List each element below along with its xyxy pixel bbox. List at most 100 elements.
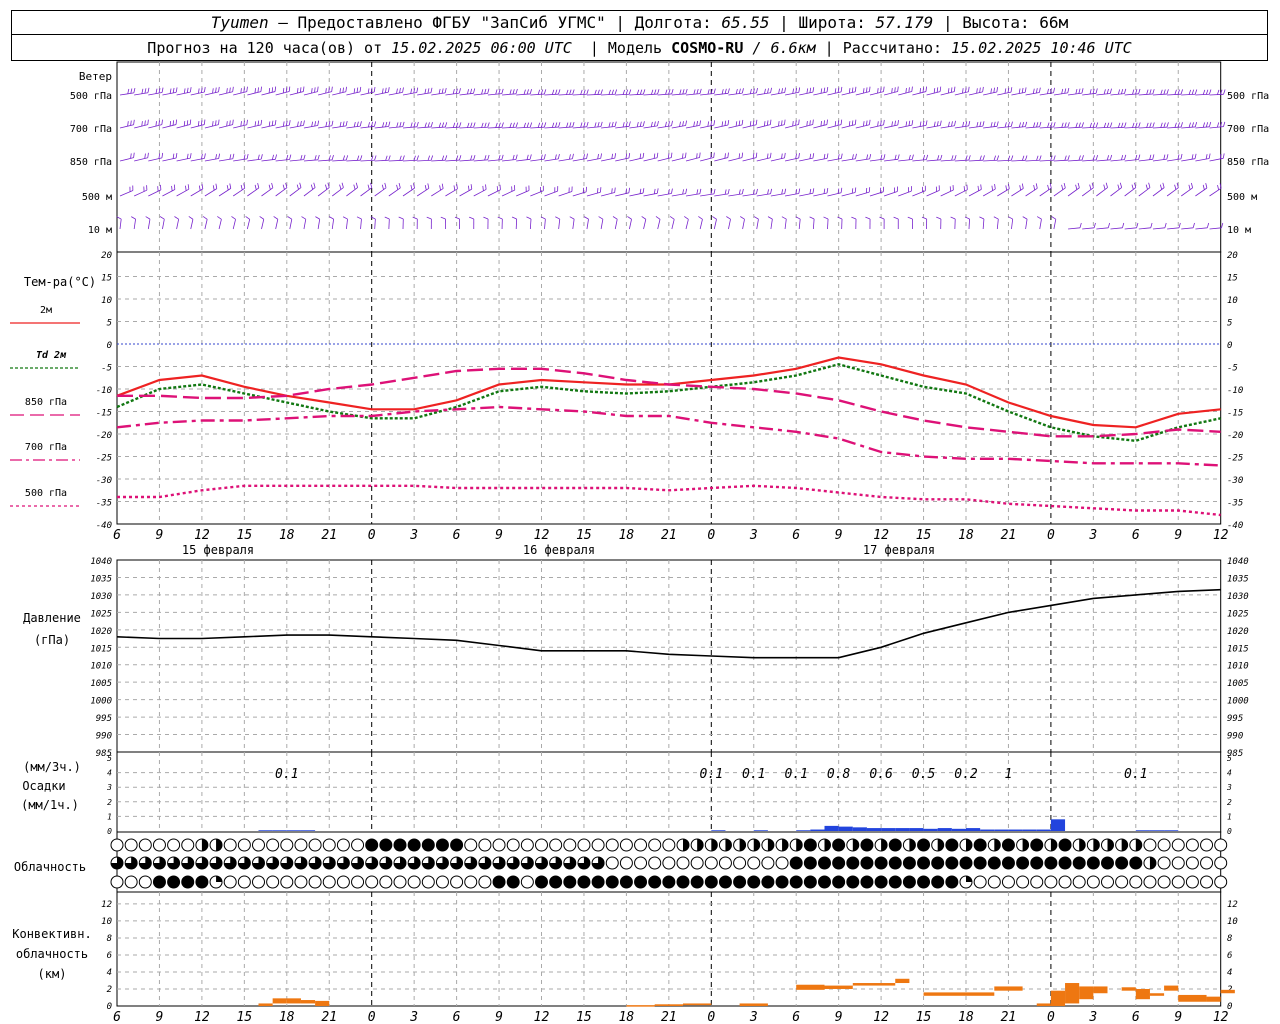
wind-barb bbox=[445, 126, 460, 129]
wind-barb-feather bbox=[569, 89, 572, 95]
wind-barb-feather bbox=[863, 88, 865, 94]
wind-barb-feather bbox=[724, 189, 727, 195]
wind-barb-feather bbox=[353, 88, 356, 94]
wind-barb bbox=[232, 219, 236, 230]
wind-barb-feather bbox=[713, 152, 715, 158]
legend-label: Td 2м bbox=[36, 350, 67, 361]
wind-barb-feather bbox=[467, 185, 470, 191]
wind-barb bbox=[289, 219, 293, 230]
precip-label: 0.8 bbox=[827, 767, 851, 782]
wind-barb-feather bbox=[1036, 122, 1039, 128]
wind-barb bbox=[841, 192, 856, 197]
wind-barb bbox=[431, 92, 446, 96]
conv-bar bbox=[1149, 993, 1165, 996]
meteogram: Ветер500 гПа 500 гПа700 гПа 700 гПа850 гПа… bbox=[10, 61, 1269, 1024]
wind-barb-feather bbox=[303, 120, 305, 126]
wind-barb-feather bbox=[798, 119, 800, 125]
cloud-circle bbox=[860, 875, 874, 889]
cloud-fill bbox=[937, 839, 944, 851]
wind-barb-feather bbox=[1053, 122, 1056, 128]
wind-barb bbox=[331, 219, 335, 230]
wind-barb-feather bbox=[455, 122, 459, 128]
precip-tick-right: 5 bbox=[1227, 754, 1232, 763]
wind-barb-feather bbox=[767, 216, 773, 220]
x-tick: 9 bbox=[1174, 528, 1182, 543]
cloud-circle bbox=[902, 856, 916, 870]
wind-barb bbox=[586, 157, 601, 162]
wind-barb bbox=[148, 92, 163, 96]
cloud-circle bbox=[1157, 875, 1171, 889]
wind-barb-feather bbox=[1120, 89, 1124, 95]
wind-barb bbox=[487, 159, 502, 162]
wind-barb bbox=[883, 191, 898, 197]
precip-tick-left: 3 bbox=[106, 783, 112, 792]
wind-barb-feather bbox=[583, 89, 586, 95]
wind-barb-feather bbox=[993, 121, 996, 127]
cloud-fill bbox=[1093, 839, 1100, 851]
wind-barb-feather bbox=[1160, 89, 1163, 95]
wind-barb-feather bbox=[1089, 89, 1092, 95]
cloud-circle bbox=[407, 838, 421, 852]
wind-barb bbox=[982, 218, 985, 230]
wind-barb-feather bbox=[175, 153, 178, 159]
wind-barb-feather bbox=[310, 184, 314, 190]
wind-barb-feather bbox=[851, 188, 854, 194]
conv-tick-left: 0 bbox=[107, 1002, 112, 1012]
wind-barb-feather bbox=[1075, 88, 1078, 95]
wind-barb-feather bbox=[555, 89, 558, 95]
wind-barb-feather bbox=[597, 153, 599, 159]
wind-barb-feather bbox=[696, 89, 699, 95]
wind-barb bbox=[1081, 187, 1094, 197]
wind-barb bbox=[530, 126, 545, 129]
wind-barb-feather bbox=[204, 87, 206, 93]
wind-barb-feather bbox=[869, 153, 872, 160]
wind-barb-feather bbox=[1180, 122, 1183, 128]
wind-barb-feather bbox=[798, 188, 801, 194]
wind-barb-feather bbox=[487, 122, 490, 128]
cloud-circle bbox=[605, 875, 619, 889]
wind-barb-feather bbox=[993, 87, 995, 93]
cloud-circle bbox=[1072, 875, 1086, 889]
wind-barb-feather bbox=[1223, 89, 1226, 95]
wind-barb-feather bbox=[325, 184, 328, 190]
wind-barb-feather bbox=[466, 89, 470, 95]
wind-barb bbox=[1138, 158, 1153, 162]
wind-barb-feather bbox=[487, 88, 490, 94]
wind-barb bbox=[1138, 227, 1151, 230]
wind-barb bbox=[544, 158, 559, 162]
wind-barb bbox=[558, 219, 561, 230]
wind-barb-feather bbox=[1035, 183, 1038, 189]
x-tick: 21 bbox=[321, 528, 337, 543]
wind-barb bbox=[700, 157, 714, 162]
wind-barb bbox=[983, 125, 998, 129]
wind-barb bbox=[247, 187, 260, 197]
wind-barb-feather bbox=[440, 216, 446, 220]
wind-barb-feather bbox=[851, 120, 854, 126]
wind-barb-feather bbox=[452, 122, 456, 128]
wind-barb bbox=[332, 187, 344, 197]
wind-barb bbox=[643, 157, 658, 162]
wind-barb-feather bbox=[282, 88, 285, 94]
cloud-circle bbox=[549, 838, 563, 852]
wind-barb-feather bbox=[427, 122, 430, 128]
wind-barb-feather bbox=[713, 188, 716, 194]
precip-tick-left: 5 bbox=[107, 754, 112, 763]
wind-barb-feather bbox=[724, 120, 727, 126]
wind-barb-feather bbox=[1038, 87, 1041, 93]
wind-barb-feather bbox=[566, 122, 569, 128]
wind-barb bbox=[968, 159, 983, 162]
pressure-tick-left: 995 bbox=[96, 714, 112, 724]
cloud-fill bbox=[1149, 857, 1156, 869]
wind-barb-feather bbox=[1095, 155, 1099, 161]
wind-barb-feather bbox=[600, 89, 603, 95]
wind-barb-feather bbox=[1061, 88, 1064, 94]
x-tick-bottom: 9 bbox=[495, 1010, 503, 1024]
wind-barb-feather bbox=[671, 188, 673, 194]
wind-barb bbox=[502, 126, 517, 129]
wind-barb bbox=[983, 159, 998, 162]
wind-barb bbox=[770, 157, 785, 162]
x-tick: 15 bbox=[916, 528, 932, 543]
wind-barb bbox=[303, 125, 318, 129]
wind-barb-feather bbox=[727, 120, 730, 126]
wind-barb-feather bbox=[781, 189, 784, 195]
